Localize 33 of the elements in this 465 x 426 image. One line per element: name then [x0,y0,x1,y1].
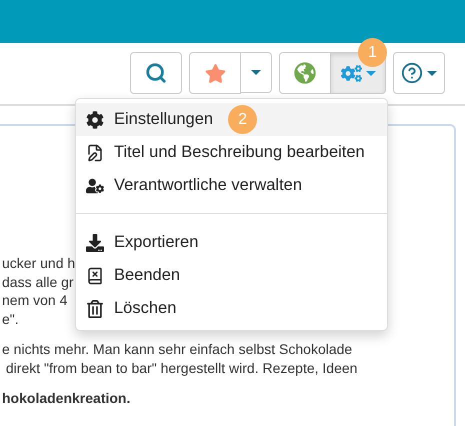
paragraph-text: hokoladenkreation. [2,390,130,406]
menu-item[interactable]: Löschen [76,292,387,325]
settings-icon [86,110,104,128]
paragraph-text: direkt "from bean to bar" hergestellt wird. Rezepte, Ideen [4,360,358,376]
help-icon [401,62,423,84]
paragraph-text: e". [2,310,19,326]
document-pen-icon [86,144,104,162]
step-callout-tooltip: 2 [228,105,258,134]
star-icon [204,62,226,84]
download-icon [86,234,104,252]
star-button[interactable] [189,52,241,94]
help-button[interactable] [393,52,445,94]
menu-item[interactable]: Beenden [76,259,387,292]
book-x-icon [86,266,104,284]
caret-icon [366,70,376,76]
search-icon [145,62,167,84]
paragraph-text: dass alle gr [2,274,74,290]
caret-icon [251,70,261,75]
gears-icon [340,62,362,84]
paragraph-text: ucker und h [2,255,76,271]
paragraph-text: e nichts mehr. Man kann sehr einfach selbst Schokolade [2,341,352,357]
menu-item[interactable]: Verantwortliche verwalten [76,169,387,202]
globe-button[interactable] [279,52,331,94]
user-gear-icon [86,176,104,194]
menu-item[interactable]: Einstellungen 2 [76,103,387,136]
paragraph-text: nem von 4 [2,292,68,308]
globe-icon [294,62,316,84]
trash-icon [86,300,104,318]
caret-icon [427,70,437,76]
search-button[interactable] [130,52,182,94]
menu-item[interactable]: Titel und Beschreibung bearbeiten [76,136,387,169]
menu-item[interactable]: Exportieren [76,226,387,259]
dropdown-button[interactable] [241,52,272,93]
